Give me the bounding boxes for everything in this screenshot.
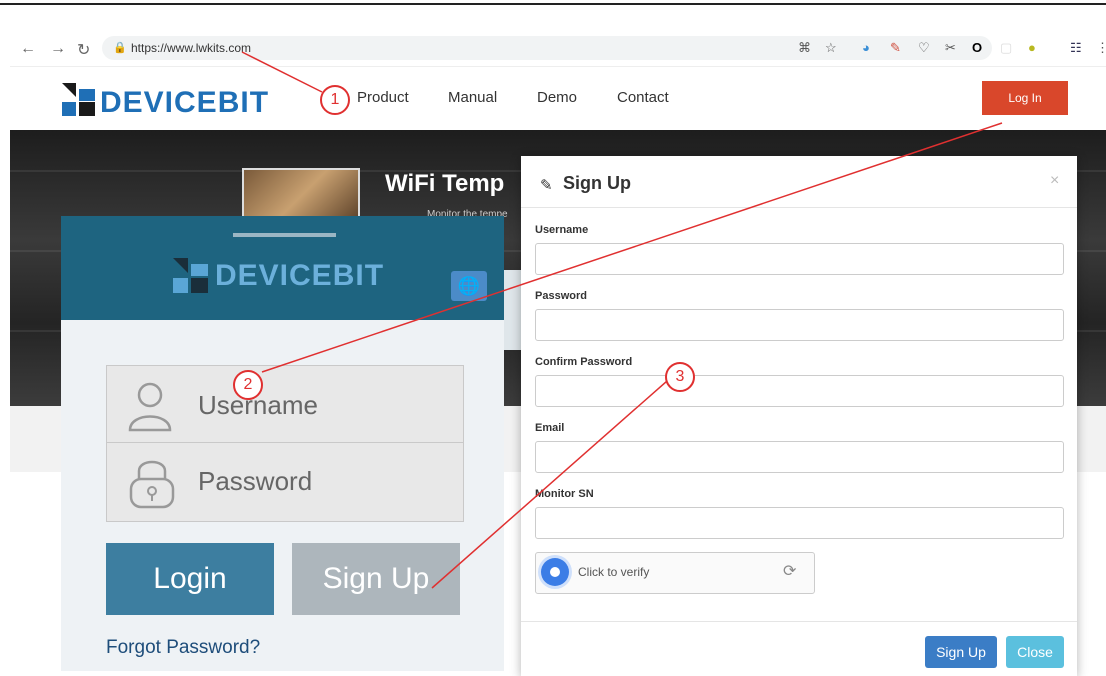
callout-marker-2: 2 — [233, 370, 263, 400]
callout-line-1 — [241, 51, 323, 93]
callout-line-3 — [431, 380, 668, 589]
callout-line-2 — [261, 122, 1003, 373]
callout-marker-1: 1 — [320, 85, 350, 115]
annotation-lines — [241, 51, 1003, 589]
callout-marker-3: 3 — [665, 362, 695, 392]
